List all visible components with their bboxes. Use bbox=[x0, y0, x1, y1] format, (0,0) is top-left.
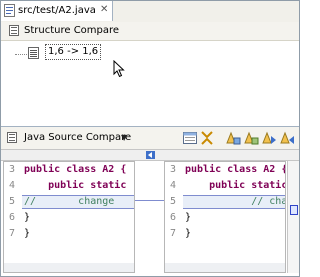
left-horizontal-scrollbar[interactable] bbox=[4, 263, 134, 272]
code-line: } bbox=[24, 228, 31, 239]
structure-compare-icon bbox=[9, 25, 19, 36]
line-number: 3 bbox=[170, 164, 177, 175]
java-source-compare-pane: Java Source Compare ▼ 3 4 5 6 7 public c… bbox=[1, 127, 299, 276]
tree-connector bbox=[15, 54, 29, 55]
right-horizontal-scrollbar[interactable] bbox=[165, 263, 285, 272]
mouse-cursor-icon bbox=[113, 60, 125, 78]
previous-difference-icon[interactable] bbox=[279, 130, 295, 146]
code-line: public static bbox=[185, 180, 286, 191]
code-line: public static bbox=[24, 180, 127, 191]
difference-overview-ruler[interactable] bbox=[287, 161, 299, 273]
difference-marker[interactable] bbox=[290, 205, 298, 215]
java-compare-title: Java Source Compare bbox=[24, 132, 132, 143]
code-line: public class A2 { bbox=[24, 164, 127, 175]
editor-tab-bar: src/test/A2.java ✕ bbox=[1, 1, 299, 23]
line-number: 6 bbox=[9, 212, 16, 223]
structure-compare-pane: Structure Compare 1,6 -> 1,6 bbox=[1, 22, 299, 127]
compare-editor-window: src/test/A2.java ✕ Structure Compare 1,6… bbox=[0, 0, 300, 277]
close-icon[interactable]: ✕ bbox=[100, 4, 108, 15]
structure-compare-title: Structure Compare bbox=[24, 25, 120, 36]
copy-all-left-to-right-icon[interactable] bbox=[225, 130, 241, 146]
line-number: 7 bbox=[170, 228, 177, 239]
line-number: 3 bbox=[9, 164, 16, 175]
java-compare-header: Java Source Compare ▼ bbox=[1, 127, 299, 150]
class-change-icon bbox=[28, 47, 39, 59]
copy-right-to-left-icon[interactable] bbox=[146, 151, 155, 159]
show-ancestor-icon[interactable] bbox=[199, 130, 215, 146]
tab-title: src/test/A2.java bbox=[18, 5, 96, 16]
java-compare-icon bbox=[7, 132, 17, 143]
code-line: // change bbox=[251, 196, 286, 207]
code-line: } bbox=[185, 212, 192, 223]
code-line: // change bbox=[24, 196, 115, 207]
line-number: 6 bbox=[170, 212, 177, 223]
code-line: } bbox=[185, 228, 192, 239]
line-number: 4 bbox=[170, 180, 177, 191]
change-connector bbox=[135, 200, 164, 201]
copy-current-left-to-right-icon[interactable] bbox=[243, 130, 259, 146]
line-number: 4 bbox=[9, 180, 16, 191]
left-source-editor[interactable]: 3 4 5 6 7 public class A2 { public stati… bbox=[3, 161, 135, 273]
structure-compare-header: Structure Compare bbox=[1, 22, 299, 41]
code-line: } bbox=[24, 212, 31, 223]
compare-subheader bbox=[1, 150, 299, 161]
code-line: public class A2 { bbox=[185, 164, 286, 175]
ignore-whitespace-icon[interactable] bbox=[182, 130, 198, 146]
editor-tab[interactable]: src/test/A2.java ✕ bbox=[1, 1, 113, 21]
chevron-down-icon[interactable]: ▼ bbox=[121, 133, 127, 142]
java-file-icon bbox=[4, 4, 15, 17]
line-number: 5 bbox=[9, 196, 16, 207]
line-number: 7 bbox=[9, 228, 16, 239]
tree-item-label[interactable]: 1,6 -> 1,6 bbox=[45, 44, 102, 60]
line-number: 5 bbox=[170, 196, 177, 207]
right-source-editor[interactable]: 3 4 5 6 7 public class A2 { public stati… bbox=[164, 161, 286, 273]
next-difference-icon[interactable] bbox=[261, 130, 277, 146]
